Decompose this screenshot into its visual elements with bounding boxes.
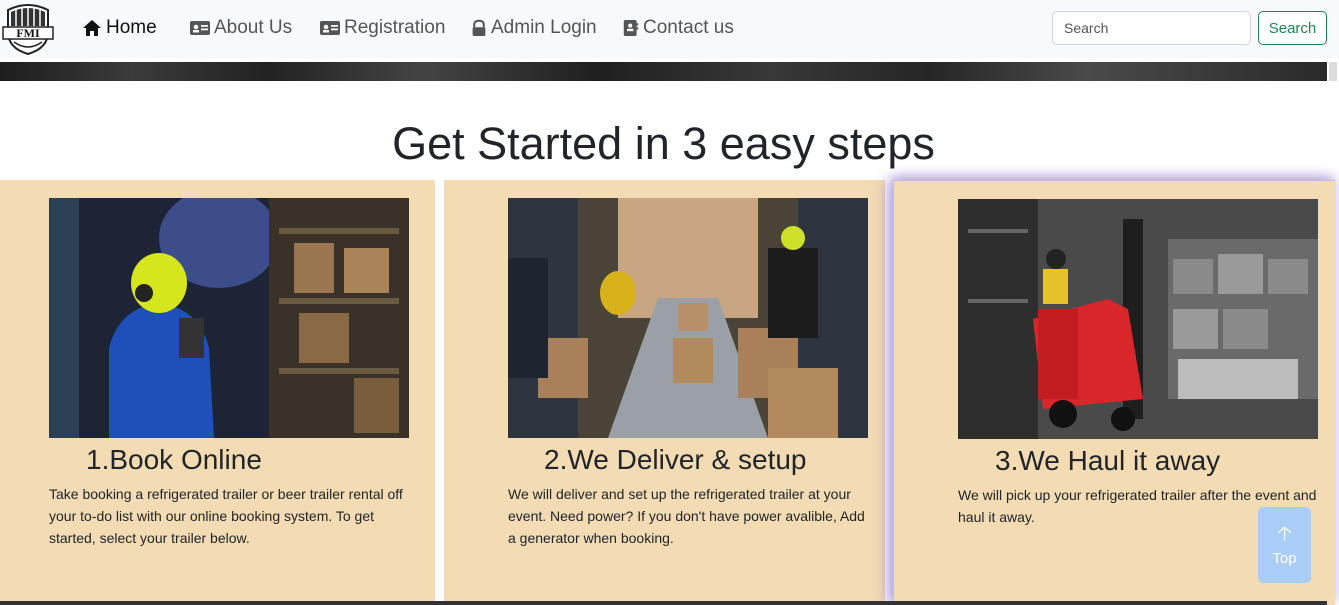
scrollbar-thumb[interactable]: [1329, 62, 1337, 81]
site-logo[interactable]: FMI: [2, 2, 54, 56]
back-to-top-label: Top: [1272, 549, 1297, 567]
nav-admin-label: Admin Login: [491, 17, 597, 38]
id-card-icon: [320, 21, 340, 35]
contact-card-icon: [623, 20, 639, 36]
step-1-title: 1.Book Online: [86, 444, 262, 475]
nav-about-label: About Us: [214, 17, 293, 38]
hero-image-strip: [0, 62, 1327, 81]
home-icon: [83, 20, 101, 36]
id-card-icon: [190, 21, 210, 35]
step-2-text: We will deliver and set up the refrigera…: [508, 486, 865, 546]
forklift-image: [958, 199, 1318, 439]
back-to-top-button[interactable]: 🡡 Top: [1258, 507, 1311, 583]
nav-admin-login[interactable]: Admin Login: [471, 15, 597, 41]
warehouse-worker-image: [49, 198, 409, 438]
step-1-text: Take booking a refrigerated trailer or b…: [49, 486, 403, 546]
nav-about-us[interactable]: About Us: [190, 15, 292, 41]
footer-image-strip: [0, 601, 1327, 605]
nav-contact-label: Contact us: [643, 17, 734, 38]
step-card-deliver-setup: 2.We Deliver & setup We will deliver and…: [444, 180, 885, 605]
arrow-up-icon: 🡡: [1277, 522, 1292, 545]
step-3-title: 3.We Haul it away: [995, 445, 1221, 476]
navbar: FMI Home About Us Registration Admin Log…: [0, 0, 1339, 58]
nav-contact-us[interactable]: Contact us: [623, 15, 734, 41]
lock-icon: [472, 19, 486, 36]
step-card-book-online: 1.Book Online Take booking a refrigerate…: [0, 180, 435, 605]
step-2-title: 2.We Deliver & setup: [544, 444, 807, 475]
search-button[interactable]: Search: [1258, 11, 1327, 45]
conveyor-boxes-image: [508, 198, 868, 438]
nav-home[interactable]: Home: [82, 15, 157, 41]
search-input[interactable]: [1052, 11, 1251, 45]
nav-registration[interactable]: Registration: [320, 15, 445, 41]
nav-home-label: Home: [106, 17, 157, 38]
logo-text: FMI: [16, 26, 40, 40]
nav-registration-label: Registration: [344, 17, 446, 38]
section-title: Get Started in 3 easy steps: [392, 118, 935, 169]
